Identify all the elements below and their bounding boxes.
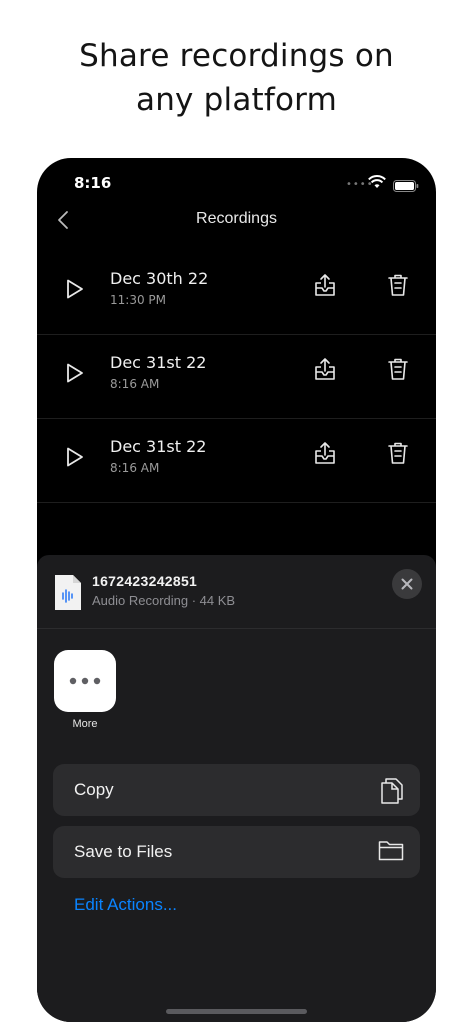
more-apps-button[interactable]	[54, 650, 116, 712]
page-title: Recordings	[196, 210, 277, 227]
wifi-icon	[368, 174, 386, 193]
recording-time: 8:16 AM	[110, 377, 160, 391]
trash-icon[interactable]	[387, 441, 409, 469]
more-icon	[69, 677, 101, 685]
save-to-files-label: Save to Files	[74, 842, 173, 861]
phone-frame: 8:16 •••• Recordings Dec 30th 22 11:30 P…	[37, 158, 436, 1022]
trash-icon[interactable]	[387, 357, 409, 385]
navigation-bar: Recordings	[37, 202, 436, 238]
home-indicator	[166, 1009, 307, 1014]
play-icon[interactable]	[62, 361, 86, 389]
recording-name: Dec 31st 22	[110, 437, 207, 456]
battery-icon	[393, 177, 419, 196]
trash-icon[interactable]	[387, 273, 409, 301]
recording-time: 8:16 AM	[110, 461, 160, 475]
status-bar: 8:16 ••••	[37, 158, 436, 208]
recording-row[interactable]: Dec 31st 22 8:16 AM	[37, 335, 436, 419]
recording-row[interactable]: Dec 31st 22 8:16 AM	[37, 419, 436, 503]
status-time: 8:16	[74, 174, 112, 192]
save-to-files-action-button[interactable]: Save to Files	[53, 826, 420, 878]
copy-action-button[interactable]: Copy	[53, 764, 420, 816]
share-icon[interactable]	[314, 441, 336, 469]
headline-line-1: Share recordings on	[79, 38, 394, 74]
share-sheet-header: 1672423242851 Audio Recording · 44 KB	[37, 555, 436, 629]
close-button[interactable]	[392, 569, 422, 599]
headline: Share recordings on any platform	[0, 34, 473, 122]
edit-actions-link[interactable]: Edit Actions...	[74, 895, 177, 915]
play-icon[interactable]	[62, 277, 86, 305]
file-meta: Audio Recording · 44 KB	[92, 593, 236, 608]
more-label: More	[72, 718, 98, 730]
close-icon	[401, 578, 413, 590]
recording-name: Dec 30th 22	[110, 269, 209, 288]
copy-icon	[380, 777, 404, 809]
play-icon[interactable]	[62, 445, 86, 473]
folder-icon	[378, 839, 404, 865]
share-sheet: 1672423242851 Audio Recording · 44 KB Mo…	[37, 555, 436, 1022]
recording-row[interactable]: Dec 30th 22 11:30 PM	[37, 251, 436, 335]
share-icon[interactable]	[314, 357, 336, 385]
recording-time: 11:30 PM	[110, 293, 166, 307]
file-name: 1672423242851	[92, 573, 198, 589]
headline-line-2: any platform	[136, 82, 337, 118]
audio-file-icon	[54, 574, 82, 615]
copy-label: Copy	[74, 780, 114, 799]
share-icon[interactable]	[314, 273, 336, 301]
recording-name: Dec 31st 22	[110, 353, 207, 372]
